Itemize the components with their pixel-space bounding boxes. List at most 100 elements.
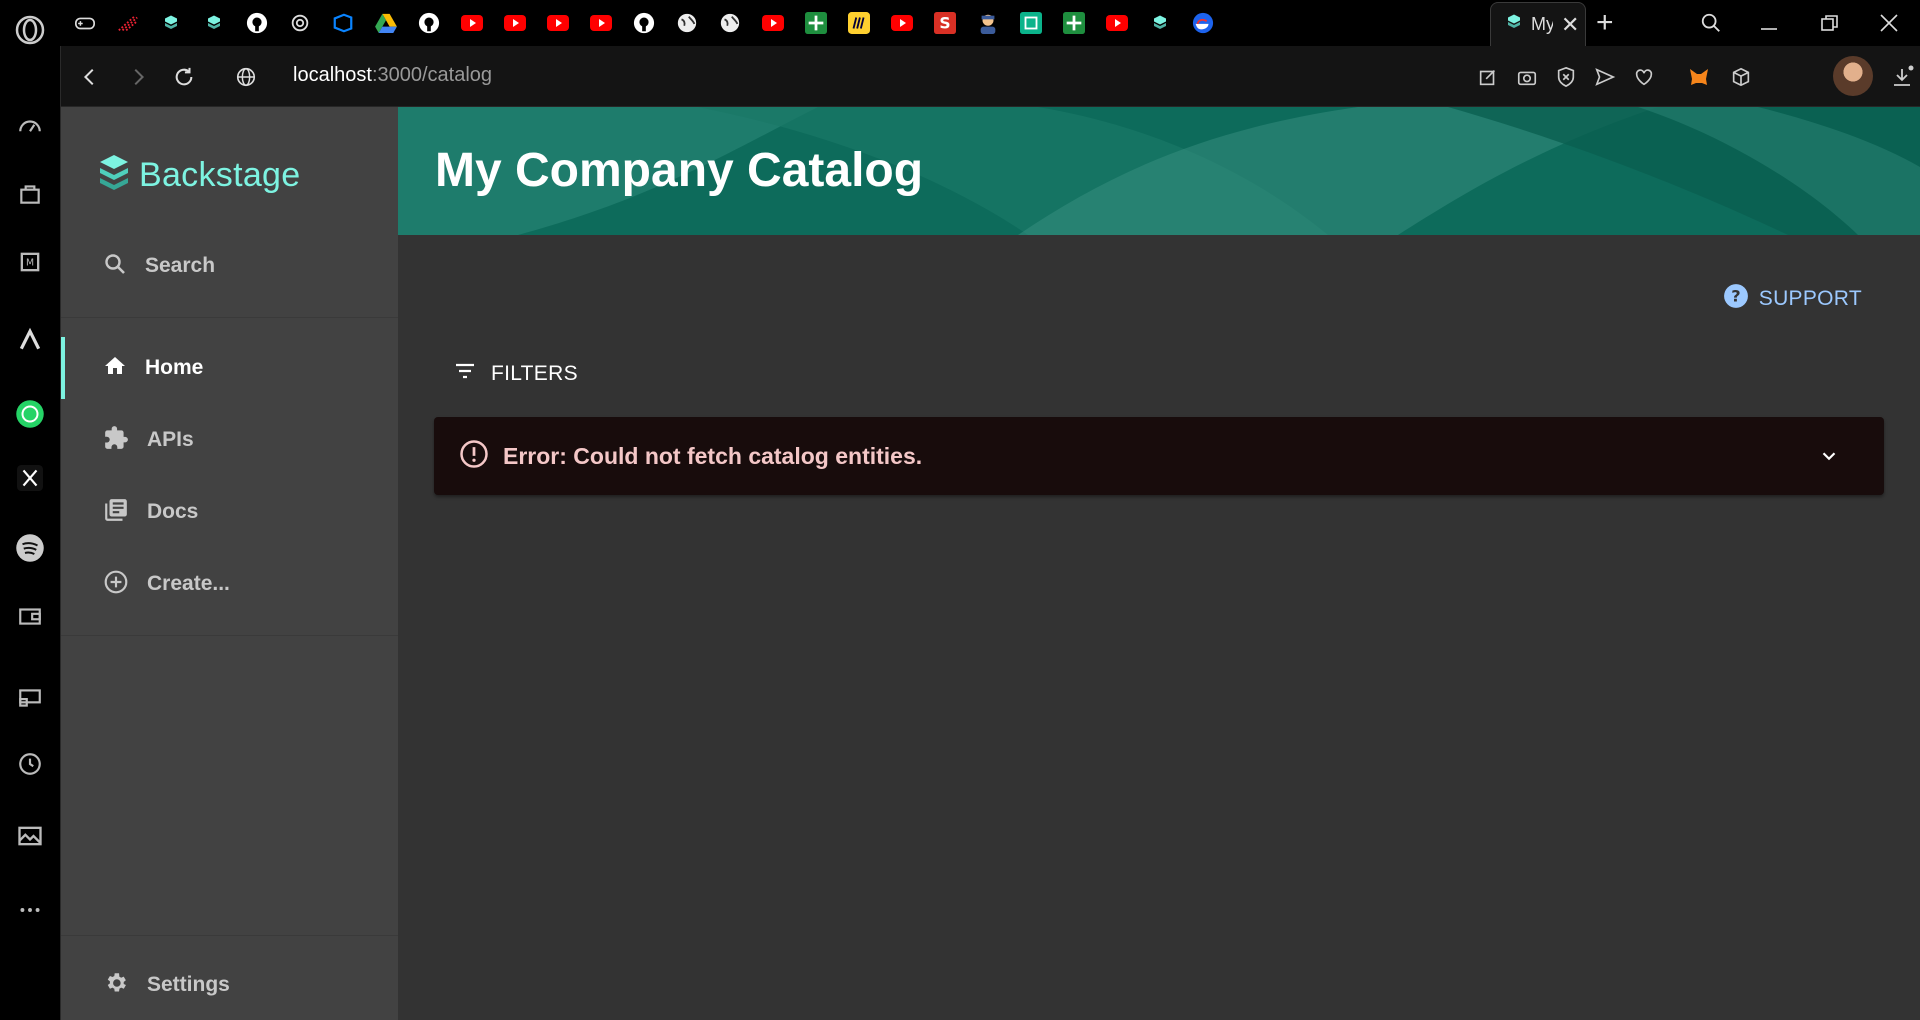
brand-logo[interactable]: Backstage	[97, 153, 300, 198]
whatsapp-icon[interactable]	[12, 396, 48, 432]
sidebar-divider	[61, 935, 398, 936]
reload-icon[interactable]	[167, 60, 201, 94]
google-drive-icon	[375, 12, 397, 34]
edit-page-icon[interactable]	[1473, 62, 1503, 92]
sidebar-search[interactable]: Search	[61, 235, 398, 297]
sidebar-search-label: Search	[145, 254, 216, 277]
sidebar-item-create[interactable]: Create...	[61, 553, 398, 615]
red-dots-icon	[117, 12, 139, 34]
backstage-logo-icon	[97, 153, 131, 198]
docker-icon	[1192, 12, 1214, 34]
azure-devops-icon	[332, 12, 354, 34]
url-field[interactable]: localhost:3000/catalog	[293, 64, 492, 87]
extensions-cube-icon[interactable]	[1726, 62, 1756, 92]
address-bar: localhost:3000/catalog	[61, 46, 1920, 107]
sidebar-item-home[interactable]: Home	[61, 337, 398, 399]
sidebar-item-label: Docs	[147, 500, 199, 523]
globe-icon	[719, 12, 741, 34]
bookmark-heart-icon[interactable]	[1629, 62, 1659, 92]
metamask-icon[interactable]	[1684, 62, 1714, 92]
error-message: Error: Could not fetch catalog entities.	[503, 442, 923, 469]
snapshot-icon[interactable]	[1512, 62, 1542, 92]
sidebar-item-label: APIs	[147, 428, 194, 451]
library-icon	[103, 497, 129, 528]
sidebar-item-docs[interactable]: Docs	[61, 481, 398, 543]
speed-dial-icon[interactable]	[12, 110, 48, 146]
s-app-icon: S	[934, 12, 956, 34]
backstage-sidebar: Backstage Search Home APIs Docs Create..…	[61, 107, 398, 1020]
backstage-icon	[203, 12, 225, 34]
error-alert: Error: Could not fetch catalog entities.	[434, 417, 1884, 495]
filters-button[interactable]: FILTERS	[453, 359, 578, 388]
url-path: :3000/catalog	[371, 64, 493, 86]
codacy-icon	[1020, 12, 1042, 34]
downloads-icon[interactable]	[1887, 62, 1917, 92]
gallery-icon[interactable]	[12, 818, 48, 854]
close-window-icon[interactable]	[1864, 8, 1914, 38]
youtube-icon	[461, 12, 483, 34]
url-host: localhost	[293, 64, 372, 86]
expand-chevron-icon[interactable]	[1814, 441, 1844, 471]
new-tab-button[interactable]: +	[1596, 6, 1614, 40]
youtube-icon	[547, 12, 569, 34]
sidebar-item-label: Create...	[147, 572, 230, 595]
workspaces-icon[interactable]	[12, 680, 48, 716]
history-icon[interactable]	[12, 746, 48, 782]
forward-icon[interactable]	[121, 60, 155, 94]
page-header: My Company Catalog	[398, 107, 1920, 235]
youtube-icon	[1106, 12, 1128, 34]
svg-text:S: S	[939, 15, 950, 33]
github-icon	[633, 12, 655, 34]
filter-list-icon	[453, 359, 477, 388]
aria-icon[interactable]	[12, 322, 48, 358]
filters-label: FILTERS	[491, 361, 578, 385]
spotify-icon[interactable]	[12, 530, 48, 566]
sidebar-settings-label: Settings	[147, 973, 230, 996]
sidebar-item-apis[interactable]: APIs	[61, 409, 398, 471]
wallet-icon[interactable]	[12, 598, 48, 634]
close-tab-icon[interactable]: ✕	[1561, 12, 1579, 38]
ai-chip-icon[interactable]: M	[12, 244, 48, 280]
back-icon[interactable]	[73, 60, 107, 94]
search-icon	[103, 252, 127, 281]
gamepad-icon	[74, 12, 96, 34]
sidebar-divider	[61, 317, 398, 318]
ad-blocker-icon[interactable]	[1551, 62, 1581, 92]
backstage-icon	[1505, 13, 1523, 36]
sidebar-item-settings[interactable]: Settings	[61, 954, 398, 1016]
youtube-icon	[762, 12, 784, 34]
opera-logo-icon[interactable]	[12, 12, 48, 48]
search-tabs-icon[interactable]	[1686, 8, 1736, 38]
tab-pinned[interactable]	[1184, 8, 1236, 38]
error-outline-icon	[459, 439, 489, 474]
sidebar-item-label: Home	[145, 356, 204, 379]
site-info-icon[interactable]	[229, 60, 263, 94]
browser-tab-strip: S My ✕ +	[0, 0, 1920, 46]
github-icon	[246, 12, 268, 34]
send-icon[interactable]	[1590, 62, 1620, 92]
youtube-icon	[590, 12, 612, 34]
x-twitter-icon[interactable]	[12, 460, 48, 496]
sidebar-divider	[61, 635, 398, 636]
browser-sidebar-rail: M	[0, 46, 61, 1020]
plus-sheet-icon	[805, 12, 827, 34]
tab-active[interactable]: My ✕	[1490, 2, 1586, 46]
page-title: My Company Catalog	[435, 144, 924, 197]
shopping-bag-icon[interactable]	[12, 176, 48, 212]
minimize-window-icon[interactable]	[1744, 8, 1794, 38]
backstage-icon	[160, 12, 182, 34]
add-circle-icon	[103, 569, 129, 600]
support-label: SUPPORT	[1758, 286, 1862, 310]
puzzle-icon	[103, 425, 129, 456]
more-options-icon[interactable]	[12, 892, 48, 928]
restore-window-icon[interactable]	[1805, 8, 1855, 38]
miro-icon	[848, 12, 870, 34]
youtube-icon	[891, 12, 913, 34]
support-button[interactable]: ? SUPPORT	[1723, 283, 1862, 314]
profile-avatar[interactable]	[1833, 56, 1873, 96]
gear-icon	[103, 970, 129, 1001]
globe-icon	[676, 12, 698, 34]
svg-text:M: M	[26, 258, 34, 269]
active-tab-title: My	[1531, 14, 1553, 34]
plus-sheet-icon	[1063, 12, 1085, 34]
